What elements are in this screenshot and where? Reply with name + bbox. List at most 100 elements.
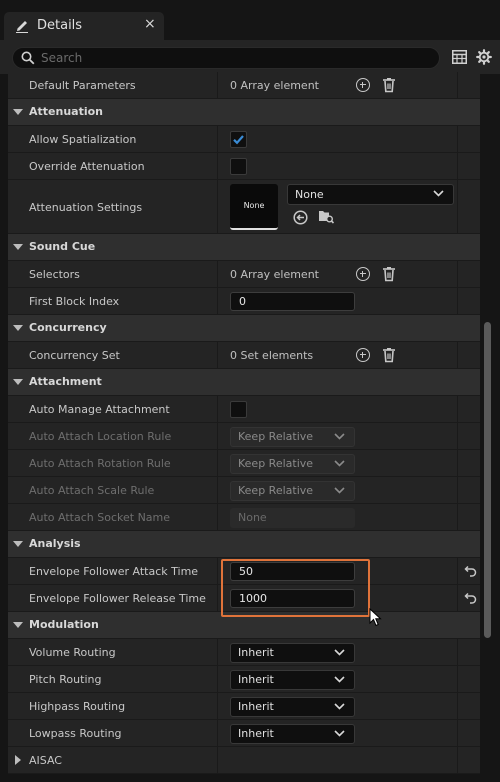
expand-arrow-icon[interactable]: [15, 755, 21, 765]
asset-value: None: [295, 188, 324, 201]
table-view-icon[interactable]: [452, 50, 467, 64]
property-name: Concurrency Set: [29, 349, 120, 362]
row-highpass-routing: Highpass Routing Inherit: [8, 693, 480, 720]
location-rule-dropdown: Keep Relative: [230, 427, 355, 447]
use-selected-icon[interactable]: [293, 210, 308, 225]
search-row: [0, 40, 500, 74]
chevron-down-icon: [334, 433, 345, 440]
dropdown-value: Inherit: [238, 727, 274, 740]
volume-routing-dropdown[interactable]: Inherit: [230, 643, 355, 663]
category-label: Analysis: [29, 537, 81, 550]
reset-to-default-icon[interactable]: [464, 565, 477, 577]
category-sound-cue[interactable]: Sound Cue: [8, 234, 480, 261]
category-attachment[interactable]: Attachment: [8, 369, 480, 396]
chevron-down-icon: [334, 649, 345, 656]
dropdown-value: Inherit: [238, 700, 274, 713]
property-name: Lowpass Routing: [29, 727, 122, 740]
property-name: Volume Routing: [29, 646, 116, 659]
category-label: Modulation: [29, 618, 99, 631]
row-envelope-release: Envelope Follower Release Time 1000: [8, 585, 480, 612]
row-auto-attach-socket-name: Auto Attach Socket Name None: [8, 504, 480, 531]
search-input[interactable]: [41, 48, 431, 68]
add-element-icon[interactable]: [356, 348, 370, 362]
category-attenuation[interactable]: Attenuation: [8, 99, 480, 126]
property-name: Auto Attach Location Rule: [29, 430, 172, 443]
trash-icon[interactable]: [382, 77, 396, 93]
row-attenuation-settings: Attenuation Settings None None: [8, 180, 480, 234]
property-name: Highpass Routing: [29, 700, 126, 713]
row-auto-attach-scale-rule: Auto Attach Scale Rule Keep Relative: [8, 477, 480, 504]
property-name: AISAC: [29, 754, 62, 767]
reset-to-default-icon[interactable]: [464, 592, 477, 604]
row-pitch-routing: Pitch Routing Inherit: [8, 666, 480, 693]
row-first-block-index: First Block Index 0: [8, 288, 480, 315]
scale-rule-dropdown: Keep Relative: [230, 481, 355, 501]
category-analysis[interactable]: Analysis: [8, 531, 480, 558]
category-modulation[interactable]: Modulation: [8, 612, 480, 639]
category-label: Sound Cue: [29, 240, 96, 253]
attenuation-asset-dropdown[interactable]: None: [287, 184, 454, 205]
rotation-rule-dropdown: Keep Relative: [230, 454, 355, 474]
property-name: Attenuation Settings: [29, 201, 143, 214]
allow-spatialization-checkbox[interactable]: [230, 131, 247, 148]
category-label: Attachment: [29, 375, 102, 388]
pitch-routing-dropdown[interactable]: Inherit: [230, 670, 355, 690]
property-name: Envelope Follower Release Time: [29, 592, 206, 605]
category-label: Concurrency: [29, 321, 107, 334]
dropdown-value: Inherit: [238, 646, 274, 659]
details-tab[interactable]: Details ×: [4, 12, 164, 40]
dropdown-value: Keep Relative: [238, 484, 314, 497]
highpass-routing-dropdown[interactable]: Inherit: [230, 697, 355, 717]
row-auto-attach-rotation-rule: Auto Attach Rotation Rule Keep Relative: [8, 450, 480, 477]
collapse-arrow-icon[interactable]: [13, 244, 23, 250]
chevron-down-icon: [334, 703, 345, 710]
auto-manage-attachment-checkbox[interactable]: [230, 401, 247, 418]
property-list: Default Parameters 0 Array element Atten…: [8, 72, 480, 774]
row-auto-attach-location-rule: Auto Attach Location Rule Keep Relative: [8, 423, 480, 450]
dropdown-value: Keep Relative: [238, 457, 314, 470]
property-name: Default Parameters: [29, 79, 136, 92]
release-time-input[interactable]: 1000: [230, 589, 355, 608]
row-override-attenuation: Override Attenuation: [8, 153, 480, 180]
row-aisac[interactable]: AISAC: [8, 747, 480, 774]
lowpass-routing-dropdown[interactable]: Inherit: [230, 724, 355, 744]
set-count: 0 Set elements: [230, 349, 314, 362]
first-block-index-input[interactable]: 0: [230, 292, 355, 311]
row-concurrency-set: Concurrency Set 0 Set elements: [8, 342, 480, 369]
chevron-down-icon: [334, 487, 345, 494]
property-name: First Block Index: [29, 295, 120, 308]
search-box[interactable]: [12, 47, 440, 69]
dropdown-value: Keep Relative: [238, 430, 314, 443]
browse-folder-icon[interactable]: [318, 209, 335, 224]
pencil-icon: [16, 21, 28, 33]
row-envelope-attack: Envelope Follower Attack Time 50: [8, 558, 480, 585]
collapse-arrow-icon[interactable]: [13, 622, 23, 628]
trash-icon[interactable]: [382, 347, 396, 363]
collapse-arrow-icon[interactable]: [13, 109, 23, 115]
trash-icon[interactable]: [382, 266, 396, 282]
property-name: Auto Attach Socket Name: [29, 511, 171, 524]
add-element-icon[interactable]: [356, 78, 370, 92]
socket-name-field: None: [230, 508, 355, 528]
gear-icon[interactable]: [476, 49, 492, 65]
category-concurrency[interactable]: Concurrency: [8, 315, 480, 342]
add-element-icon[interactable]: [356, 267, 370, 281]
property-name: Auto Attach Scale Rule: [29, 484, 155, 497]
property-name: Override Attenuation: [29, 160, 145, 173]
property-name: Auto Attach Rotation Rule: [29, 457, 171, 470]
scrollbar-thumb[interactable]: [484, 322, 491, 638]
property-name: Allow Spatialization: [29, 133, 137, 146]
collapse-arrow-icon[interactable]: [13, 541, 23, 547]
bottom-edge: [0, 776, 500, 782]
mouse-cursor-icon: [369, 608, 382, 627]
close-icon[interactable]: ×: [144, 16, 156, 32]
chevron-down-icon: [334, 730, 345, 737]
collapse-arrow-icon[interactable]: [13, 325, 23, 331]
attack-time-input[interactable]: 50: [230, 562, 355, 581]
category-label: Attenuation: [29, 105, 103, 118]
override-attenuation-checkbox[interactable]: [230, 158, 247, 175]
row-selectors: Selectors 0 Array element: [8, 261, 480, 288]
asset-thumbnail[interactable]: None: [230, 184, 278, 230]
row-auto-manage-attachment: Auto Manage Attachment: [8, 396, 480, 423]
collapse-arrow-icon[interactable]: [13, 379, 23, 385]
